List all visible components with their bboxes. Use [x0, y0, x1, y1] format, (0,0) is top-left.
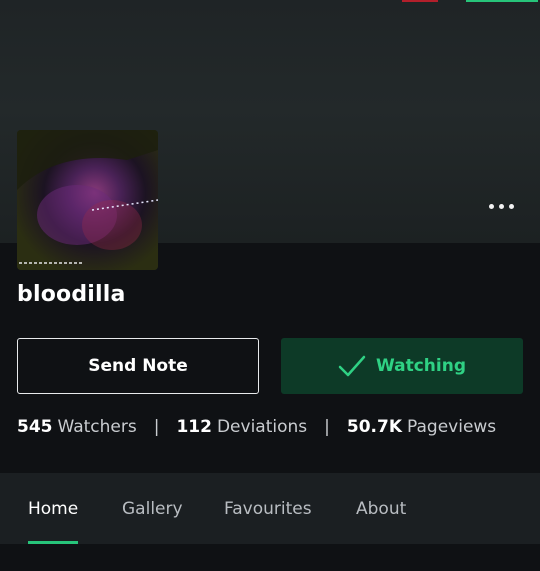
pageviews-count: 50.7K [346, 417, 402, 437]
avatar-image [17, 130, 158, 270]
stats-separator: | [153, 417, 160, 437]
stats-separator: | [324, 417, 330, 437]
watchers-count: 545 [17, 417, 53, 437]
tab-label: Gallery [122, 498, 183, 519]
tab-home[interactable]: Home [28, 473, 79, 544]
send-note-label: Send Note [88, 356, 188, 376]
tab-label: Home [28, 498, 79, 519]
cover-top-accent-green [466, 0, 538, 2]
watchers-label[interactable]: Watchers [58, 417, 137, 437]
avatar[interactable] [17, 130, 158, 270]
watching-label: Watching [375, 356, 467, 376]
profile-stats: 545 Watchers | 112 Deviations | 50.7K Pa… [17, 417, 496, 437]
tab-label: About [356, 498, 407, 519]
profile-username[interactable]: bloodilla [17, 282, 126, 307]
deviations-label[interactable]: Deviations [217, 417, 307, 437]
tab-gallery[interactable]: Gallery [122, 473, 183, 544]
send-note-button[interactable]: Send Note [17, 338, 259, 394]
cover-top-accent-red [402, 0, 438, 2]
tab-favourites[interactable]: Favourites [224, 473, 312, 544]
tab-label: Favourites [224, 498, 312, 519]
watching-button[interactable]: Watching [281, 338, 523, 394]
more-horizontal-icon-dot [488, 203, 494, 209]
pageviews-label: Pageviews [407, 417, 497, 437]
profile-tabs: Home Gallery Favourites About [0, 473, 540, 544]
more-horizontal-icon-dot [498, 203, 504, 209]
more-options-button[interactable] [484, 192, 518, 220]
more-horizontal-icon-dot [508, 203, 514, 209]
active-tab-indicator [28, 541, 79, 544]
checkmark-icon [338, 355, 366, 377]
deviations-count: 112 [176, 417, 212, 437]
tab-about[interactable]: About [356, 473, 406, 544]
